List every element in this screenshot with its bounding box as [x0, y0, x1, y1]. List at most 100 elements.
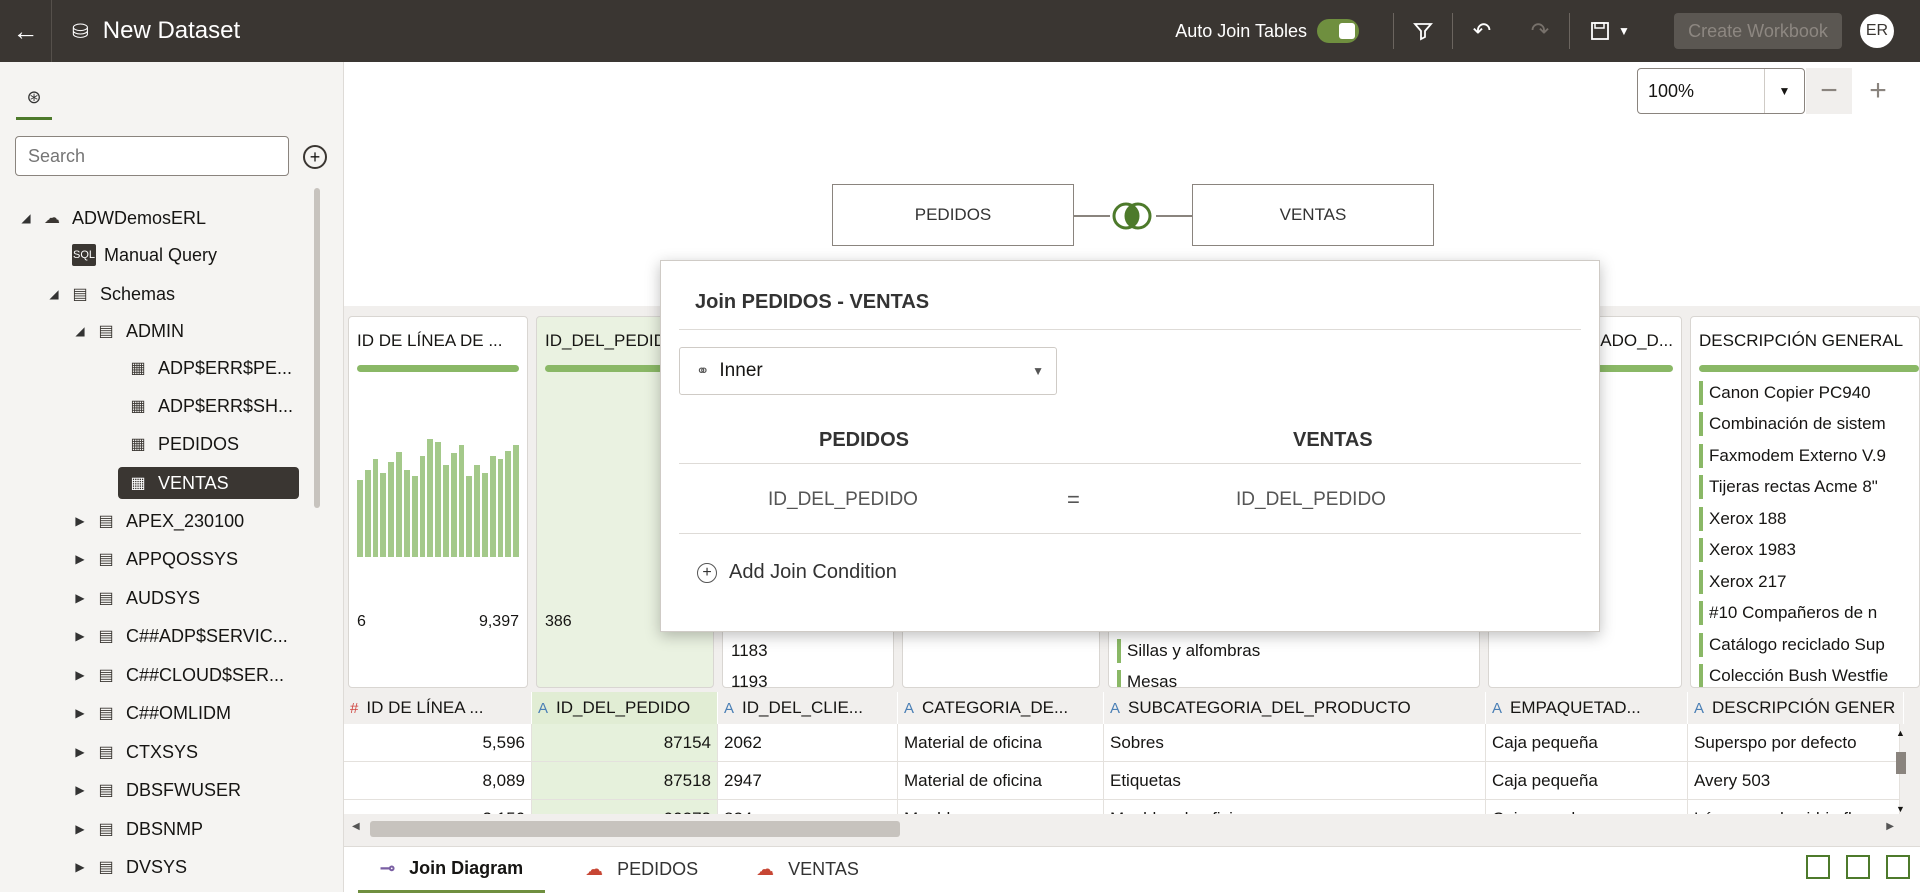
- caret-right-icon[interactable]: ▶: [68, 552, 92, 566]
- chevron-down-icon[interactable]: ▼: [1764, 69, 1804, 113]
- undo-icon[interactable]: ↶: [1453, 0, 1511, 62]
- zoom-out-button[interactable]: −: [1806, 68, 1852, 114]
- tree-item-schema[interactable]: ▶ ▤ DVSYS: [68, 851, 187, 883]
- add-join-condition-button[interactable]: + Add Join Condition: [697, 561, 897, 584]
- table-cell[interactable]: Superspo por defecto: [1688, 724, 1900, 761]
- zoom-select[interactable]: 100% ▼: [1637, 68, 1805, 114]
- back-arrow-icon[interactable]: ←: [0, 0, 52, 62]
- table-row[interactable]: 3,156 90273 824 Muebles Muebles de ofici…: [344, 800, 1900, 814]
- tab-pedidos[interactable]: ☁ PEDIDOS: [563, 847, 720, 893]
- table-cell[interactable]: 90273: [532, 800, 718, 814]
- table-cell[interactable]: 87518: [532, 762, 718, 799]
- tree-item-schema[interactable]: ▶ ▤ C##CLOUD$SER...: [68, 659, 284, 691]
- tree-item-schema[interactable]: ▶ ▤ APEX_230100: [68, 505, 244, 537]
- table-cell[interactable]: Sobres: [1104, 724, 1486, 761]
- tree-item-table[interactable]: ▦ ADP$ERR$PE...: [124, 352, 292, 384]
- chevron-down-icon[interactable]: ▼: [1032, 364, 1044, 378]
- column-header[interactable]: A ID_DEL_PEDIDO: [532, 692, 718, 724]
- add-icon[interactable]: +: [303, 145, 327, 169]
- table-cell[interactable]: Etiquetas: [1104, 762, 1486, 799]
- caret-right-icon[interactable]: ▶: [68, 591, 92, 605]
- table-row[interactable]: 5,596 87154 2062 Material de oficina Sob…: [344, 724, 1900, 762]
- tree-item-schemas[interactable]: ◢ ▤ Schemas: [42, 278, 175, 310]
- join-venn-icon[interactable]: [1108, 200, 1156, 232]
- table-cell[interactable]: 824: [718, 800, 898, 814]
- table-cell[interactable]: Caja pequeña: [1486, 762, 1688, 799]
- sidebar-scrollbar[interactable]: [314, 188, 320, 508]
- caret-right-icon[interactable]: ▶: [68, 860, 92, 874]
- table-cell[interactable]: Muebles: [898, 800, 1104, 814]
- table-node-ventas[interactable]: VENTAS: [1192, 184, 1434, 246]
- table-cell[interactable]: Muebles de oficina: [1104, 800, 1486, 814]
- table-cell[interactable]: Material de oficina: [898, 724, 1104, 761]
- save-icon[interactable]: ▼: [1570, 0, 1650, 62]
- auto-join-toggle[interactable]: [1317, 19, 1359, 43]
- caret-right-icon[interactable]: ▶: [68, 822, 92, 836]
- tree-item-table[interactable]: ▦ ADP$ERR$SH...: [124, 390, 293, 422]
- create-workbook-button[interactable]: Create Workbook: [1674, 13, 1842, 49]
- filter-icon[interactable]: [1394, 0, 1452, 62]
- table-cell[interactable]: 87154: [532, 724, 718, 761]
- column-header[interactable]: A CATEGORIA_DE...: [898, 692, 1104, 724]
- tab-join-diagram[interactable]: ⊸ Join Diagram: [358, 847, 546, 893]
- layout-grid-icon[interactable]: [1886, 855, 1910, 879]
- join-type-select[interactable]: ⚭ Inner ▼: [679, 347, 1057, 395]
- tree-item-admin[interactable]: ◢ ▤ ADMIN: [68, 315, 184, 347]
- layout-top-panel-icon[interactable]: [1846, 855, 1870, 879]
- tree-item-schema[interactable]: ▶ ▤ C##ADP$SERVIC...: [68, 620, 287, 652]
- caret-right-icon[interactable]: ▶: [68, 783, 92, 797]
- search-input[interactable]: [15, 136, 289, 176]
- tree-item-table-pedidos[interactable]: ▦ PEDIDOS: [124, 428, 239, 460]
- column-header[interactable]: A SUBCATEGORIA_DEL_PRODUCTO: [1104, 692, 1486, 724]
- tab-ventas[interactable]: ☁ VENTAS: [734, 847, 881, 893]
- table-cell[interactable]: 2062: [718, 724, 898, 761]
- column-header[interactable]: A ID_DEL_CLIE...: [718, 692, 898, 724]
- tree-item-manual-query[interactable]: SQL Manual Query: [72, 239, 217, 271]
- caret-down-icon[interactable]: ◢: [68, 324, 92, 338]
- table-cell[interactable]: 8,089: [344, 762, 532, 799]
- tree-item-label: DVSYS: [126, 856, 188, 877]
- connections-tab-icon[interactable]: ⊛: [16, 78, 52, 120]
- table-cell[interactable]: 2947: [718, 762, 898, 799]
- table-cell[interactable]: Avery 503: [1688, 762, 1900, 799]
- table-cell[interactable]: Lámparas de vidrio flu: [1688, 800, 1900, 814]
- table-cell[interactable]: Caja grande: [1486, 800, 1688, 814]
- column-header[interactable]: A EMPAQUETAD...: [1486, 692, 1688, 724]
- chevron-down-icon[interactable]: ▼: [1618, 24, 1630, 38]
- caret-down-icon[interactable]: ◢: [42, 287, 66, 301]
- grid-horizontal-scrollbar[interactable]: ◀ ▶: [344, 818, 1902, 840]
- redo-icon[interactable]: ↷: [1511, 0, 1569, 62]
- join-operator[interactable]: =: [1067, 487, 1080, 513]
- tree-item-schema[interactable]: ▶ ▤ DBSNMP: [68, 813, 203, 845]
- caret-right-icon[interactable]: ▶: [68, 706, 92, 720]
- caret-right-icon[interactable]: ▶: [68, 629, 92, 643]
- right-join-column[interactable]: ID_DEL_PEDIDO: [1236, 489, 1386, 511]
- caret-right-icon[interactable]: ▶: [68, 668, 92, 682]
- table-cell[interactable]: Material de oficina: [898, 762, 1104, 799]
- table-node-pedidos[interactable]: PEDIDOS: [832, 184, 1074, 246]
- table-cell[interactable]: Caja pequeña: [1486, 724, 1688, 761]
- tree-item-schema[interactable]: ▶ ▤ AUDSYS: [68, 582, 200, 614]
- grid-vertical-scrollbar[interactable]: ▲ ▼: [1894, 728, 1908, 814]
- table-cell[interactable]: 5,596: [344, 724, 532, 761]
- column-profile-card[interactable]: DESCRIPCIÓN GENERAL Canon Copier PC940 C…: [1690, 316, 1920, 688]
- left-join-column[interactable]: ID_DEL_PEDIDO: [768, 489, 918, 511]
- table-cell[interactable]: 3,156: [344, 800, 532, 814]
- tree-item-schema[interactable]: ▶ ▤ DBSFWUSER: [68, 774, 241, 806]
- tree-item-schema[interactable]: ▶ ▤ C##OMLIDM: [68, 697, 231, 729]
- caret-right-icon[interactable]: ▶: [68, 514, 92, 528]
- tree-item-connection[interactable]: ◢ ☁ ADWDemosERL: [14, 202, 206, 234]
- column-profile-card[interactable]: ID DE LÍNEA DE ... 6 9,397: [348, 316, 528, 688]
- layout-left-panel-icon[interactable]: [1806, 855, 1830, 879]
- user-avatar[interactable]: ER: [1860, 14, 1894, 48]
- tree-item-schema[interactable]: ▶ ▤ APPQOSSYS: [68, 543, 238, 575]
- column-header[interactable]: # ID DE LÍNEA ...: [344, 692, 532, 724]
- caret-down-icon[interactable]: ◢: [14, 211, 38, 225]
- caret-right-icon[interactable]: ▶: [68, 745, 92, 759]
- table-row[interactable]: 8,089 87518 2947 Material de oficina Eti…: [344, 762, 1900, 800]
- tree-item-table-ventas[interactable]: ▦ VENTAS: [118, 467, 299, 499]
- column-title: ID DE LÍNEA DE ...: [357, 331, 503, 350]
- zoom-in-button[interactable]: +: [1855, 68, 1901, 114]
- column-header[interactable]: A DESCRIPCIÓN GENER: [1688, 692, 1904, 724]
- tree-item-schema[interactable]: ▶ ▤ CTXSYS: [68, 736, 198, 768]
